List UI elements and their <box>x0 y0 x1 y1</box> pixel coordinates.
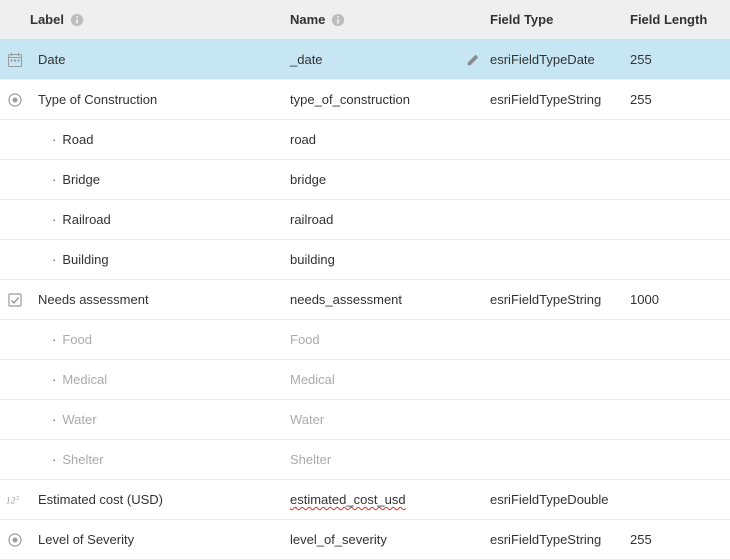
header-name-text: Name <box>290 12 325 27</box>
fields-table: Label Name Field Type Field Length Date_… <box>0 0 730 560</box>
row-fieldlength: 255 <box>630 532 730 547</box>
table-header: Label Name Field Type Field Length <box>0 0 730 40</box>
header-name[interactable]: Name <box>290 12 490 27</box>
header-fieldtype-text: Field Type <box>490 12 553 27</box>
table-row[interactable]: Date_dateesriFieldTypeDate255 <box>0 40 730 80</box>
row-label: Level of Severity <box>30 532 290 547</box>
subrow-label: ·Water <box>30 412 290 427</box>
table-row[interactable]: 123Estimated cost (USD)estimated_cost_us… <box>0 480 730 520</box>
table-subrow[interactable]: ·Bridgebridge <box>0 160 730 200</box>
table-row[interactable]: Needs assessmentneeds_assessmentesriFiel… <box>0 280 730 320</box>
table-subrow[interactable]: ·WaterWater <box>0 400 730 440</box>
subrow-label: ·Railroad <box>30 212 290 227</box>
table-body: Date_dateesriFieldTypeDate255Type of Con… <box>0 40 730 560</box>
subrow-label: ·Road <box>30 132 290 147</box>
pencil-icon[interactable] <box>466 53 480 67</box>
checkbox-icon <box>0 292 30 308</box>
subrow-name: building <box>290 252 490 267</box>
header-label[interactable]: Label <box>30 12 290 27</box>
subrow-name: road <box>290 132 490 147</box>
row-fieldlength: 1000 <box>630 292 730 307</box>
header-fieldtype[interactable]: Field Type <box>490 12 630 27</box>
subrow-name: Water <box>290 412 490 427</box>
row-name: level_of_severity <box>290 532 490 547</box>
subrow-label: ·Bridge <box>30 172 290 187</box>
row-name: needs_assessment <box>290 292 490 307</box>
row-fieldtype: esriFieldTypeString <box>490 92 630 107</box>
subrow-label: ·Building <box>30 252 290 267</box>
table-row[interactable]: Level of Severitylevel_of_severityesriFi… <box>0 520 730 560</box>
table-row[interactable]: Type of Constructiontype_of_construction… <box>0 80 730 120</box>
subrow-name: bridge <box>290 172 490 187</box>
subrow-label: ·Food <box>30 332 290 347</box>
header-fieldlength-text: Field Length <box>630 12 707 27</box>
row-fieldtype: esriFieldTypeDate <box>490 52 630 67</box>
row-fieldlength: 255 <box>630 52 730 67</box>
subrow-label: ·Shelter <box>30 452 290 467</box>
row-name: estimated_cost_usd <box>290 492 490 507</box>
row-fieldtype: esriFieldTypeString <box>490 532 630 547</box>
row-name: _date <box>290 52 490 67</box>
subrow-name: Shelter <box>290 452 490 467</box>
number-icon: 123 <box>0 493 30 507</box>
row-label: Date <box>30 52 290 67</box>
table-subrow[interactable]: ·Buildingbuilding <box>0 240 730 280</box>
table-subrow[interactable]: ·ShelterShelter <box>0 440 730 480</box>
row-label: Estimated cost (USD) <box>30 492 290 507</box>
table-subrow[interactable]: ·Railroadrailroad <box>0 200 730 240</box>
info-icon[interactable] <box>70 13 84 27</box>
radio-icon <box>0 532 30 548</box>
subrow-name: Medical <box>290 372 490 387</box>
table-subrow[interactable]: ·FoodFood <box>0 320 730 360</box>
row-name: type_of_construction <box>290 92 490 107</box>
row-label: Needs assessment <box>30 292 290 307</box>
row-fieldtype: esriFieldTypeDouble <box>490 492 630 507</box>
row-fieldlength: 255 <box>630 92 730 107</box>
info-icon[interactable] <box>331 13 345 27</box>
header-fieldlength[interactable]: Field Length <box>630 12 730 27</box>
calendar-icon <box>0 52 30 68</box>
row-fieldtype: esriFieldTypeString <box>490 292 630 307</box>
header-label-text: Label <box>30 12 64 27</box>
subrow-name: Food <box>290 332 490 347</box>
table-subrow[interactable]: ·Roadroad <box>0 120 730 160</box>
svg-text:1: 1 <box>6 495 11 505</box>
subrow-name: railroad <box>290 212 490 227</box>
radio-icon <box>0 92 30 108</box>
svg-text:3: 3 <box>15 495 20 502</box>
table-subrow[interactable]: ·MedicalMedical <box>0 360 730 400</box>
subrow-label: ·Medical <box>30 372 290 387</box>
row-label: Type of Construction <box>30 92 290 107</box>
